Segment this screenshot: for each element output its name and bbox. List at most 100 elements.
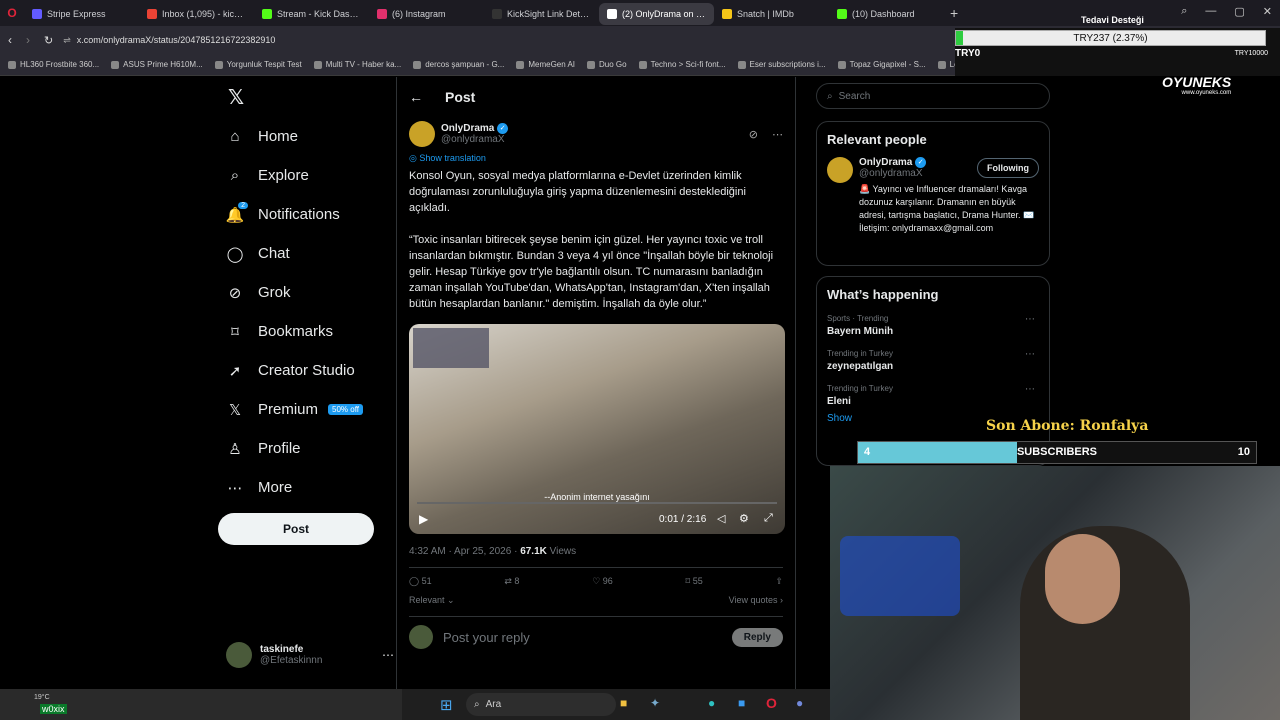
browser-tab[interactable]: KickSight Link Detector (484, 3, 599, 25)
bookmark-icon: ⌑ (685, 576, 691, 586)
video-progress-bar[interactable] (417, 502, 777, 504)
site-info-icon[interactable]: ⇌ (63, 35, 71, 46)
post-more-icon[interactable]: ⋯ (772, 128, 783, 141)
author-name[interactable]: OnlyDrama (441, 123, 494, 134)
reload-icon[interactable]: ↻ (44, 34, 53, 47)
browser-tab[interactable]: Stream - Kick Dashboard (254, 3, 369, 25)
bookmark-item[interactable]: MemeGen AI (516, 60, 575, 69)
opera-logo-icon[interactable]: O (0, 6, 24, 20)
play-icon[interactable]: ▶ (419, 512, 428, 526)
bookmark-item[interactable]: Topaz Gigapixel - S... (837, 60, 926, 69)
forward-icon[interactable]: › (26, 33, 30, 47)
repost-action[interactable]: ⇄ 8 (504, 576, 519, 587)
bookmark-item[interactable]: HL360 Frostbite 360... (8, 60, 99, 69)
trend-context: Trending in Turkey (827, 384, 893, 393)
bookmark-favicon-icon (413, 60, 422, 69)
person-name[interactable]: OnlyDrama (859, 157, 912, 168)
nav-item-profile[interactable]: ♙ Profile (218, 429, 396, 468)
bookmark-item[interactable]: dercos şampuan - G... (413, 60, 504, 69)
person-avatar[interactable] (827, 157, 853, 183)
reply-input[interactable]: Post your reply (443, 630, 722, 645)
show-translation-link[interactable]: Show translation (419, 153, 486, 163)
relevant-sort[interactable]: Relevant ⌄ (409, 595, 455, 606)
trend-item[interactable]: Trending in Turkey Eleni ⋯ (827, 384, 1039, 407)
bookmark-action[interactable]: ⌑ 55 (686, 576, 703, 587)
bookmark-item[interactable]: Yorgunluk Tespit Test (214, 60, 302, 69)
video-caption: --Anonim internet yasağını (544, 492, 650, 502)
x-logo-icon[interactable]: 𝕏 (218, 77, 396, 117)
trend-more-icon[interactable]: ⋯ (1025, 384, 1035, 395)
author-avatar[interactable] (409, 121, 435, 147)
trend-item[interactable]: Sports · Trending Bayern Münih ⋯ (827, 314, 1039, 337)
browser-tab[interactable]: Inbox (1,095) - kicktaskine (139, 3, 254, 25)
trend-more-icon[interactable]: ⋯ (1025, 314, 1035, 325)
store-icon[interactable]: ■ (738, 696, 745, 710)
edge-icon[interactable]: ● (708, 696, 715, 710)
trend-context: Trending in Turkey (827, 349, 893, 358)
person-icon: ♙ (228, 440, 242, 458)
search-input[interactable]: ⌕ Search (816, 83, 1050, 109)
nav-item-home[interactable]: ⌂ Home (218, 117, 396, 156)
nav-item-notifications[interactable]: 🔔 2 Notifications (218, 195, 396, 234)
opera-taskbar-icon[interactable]: O (766, 695, 777, 711)
account-switcher[interactable]: taskinefe @Efetaskinnn ⋯ (226, 642, 394, 668)
maximize-button[interactable]: ▢ (1234, 5, 1244, 18)
mute-icon[interactable]: ◁ (717, 512, 725, 525)
nav-item-creator-studio[interactable]: ➚ Creator Studio (218, 351, 396, 390)
back-arrow-icon[interactable]: ← (409, 89, 423, 105)
browser-tab[interactable]: Stripe Express (24, 3, 139, 25)
following-button[interactable]: Following (977, 158, 1039, 179)
bookmark-label: Techno > Sci-fi font... (650, 60, 726, 69)
share-icon[interactable]: ⇪ (775, 576, 783, 587)
copilot-icon[interactable]: ✦ (650, 696, 660, 710)
streamer-head (1045, 534, 1120, 624)
author-handle[interactable]: @onlydramaX (441, 134, 743, 145)
trend-item[interactable]: Trending in Turkey zeynepatılgan ⋯ (827, 349, 1039, 372)
more-icon: ⋯ (227, 479, 243, 497)
view-quotes-link[interactable]: View quotes › (729, 595, 783, 606)
nav-item-explore[interactable]: ⌕ Explore (218, 156, 396, 195)
reply-button[interactable]: Reply (731, 627, 783, 647)
bookmark-item[interactable]: Duo Go (587, 60, 627, 69)
bookmark-item[interactable]: Multi TV - Haber ka... (313, 60, 401, 69)
account-more-icon[interactable]: ⋯ (382, 648, 394, 662)
reply-action[interactable]: ◯ 51 (409, 576, 432, 587)
nav-item-more[interactable]: ⋯ More (218, 468, 396, 507)
close-window-button[interactable]: ✕ (1263, 5, 1272, 18)
browser-tab[interactable]: (2) OnlyDrama on X: "Kon (599, 3, 714, 25)
video-player[interactable]: --Anonim internet yasağını ▶ 0:01 / 2:16… (409, 324, 785, 534)
discord-icon[interactable]: ● (796, 696, 803, 710)
browser-tab[interactable]: (10) Dashboard (829, 3, 944, 25)
tab-search-icon[interactable]: ⌕ (1181, 5, 1187, 18)
bookmark-label: Duo Go (599, 60, 627, 69)
post-timestamp[interactable]: 4:32 AM · Apr 25, 2026 · (409, 546, 520, 557)
file-explorer-icon[interactable]: ■ (620, 696, 627, 710)
post-button[interactable]: Post (218, 513, 374, 545)
back-icon[interactable]: ‹ (8, 33, 12, 47)
fullscreen-icon[interactable]: ⤢ (764, 512, 773, 525)
new-tab-button[interactable]: + (950, 5, 958, 21)
settings-icon[interactable]: ⚙ (739, 512, 749, 525)
bookmark-item[interactable]: Eser subscriptions i... (737, 60, 826, 69)
like-action[interactable]: ♡ 96 (592, 576, 613, 587)
tab-favicon-icon (607, 9, 617, 19)
person-handle[interactable]: @onlydramaX (859, 168, 926, 179)
trend-more-icon[interactable]: ⋯ (1025, 349, 1035, 360)
browser-tab[interactable]: Snatch | IMDb (714, 3, 829, 25)
url-field[interactable]: x.com/onlydramaX/status/2047851216722382… (77, 35, 276, 45)
taskbar-search[interactable]: ⌕ Ara (466, 693, 616, 716)
nav-item-chat[interactable]: ◯ Chat (218, 234, 396, 273)
subscriber-target: 10 (1237, 446, 1250, 458)
video-thumbnail-inset (413, 328, 489, 368)
grok-icon: ⊘ (228, 284, 242, 302)
windows-start-icon[interactable]: ⊞ (440, 696, 453, 714)
minimize-button[interactable]: — (1205, 5, 1216, 18)
bookmark-item[interactable]: Techno > Sci-fi font... (638, 60, 726, 69)
grok-icon[interactable]: ⊘ (749, 128, 758, 141)
browser-tab[interactable]: (6) Instagram (369, 3, 484, 25)
nav-item-bookmarks[interactable]: ⌑ Bookmarks (218, 312, 396, 351)
bookmark-label: dercos şampuan - G... (425, 60, 505, 69)
bookmark-item[interactable]: ASUS Prime H610M... (111, 60, 203, 69)
nav-item-premium[interactable]: 𝕏 Premium 50% off (218, 390, 396, 429)
nav-item-grok[interactable]: ⊘ Grok (218, 273, 396, 312)
